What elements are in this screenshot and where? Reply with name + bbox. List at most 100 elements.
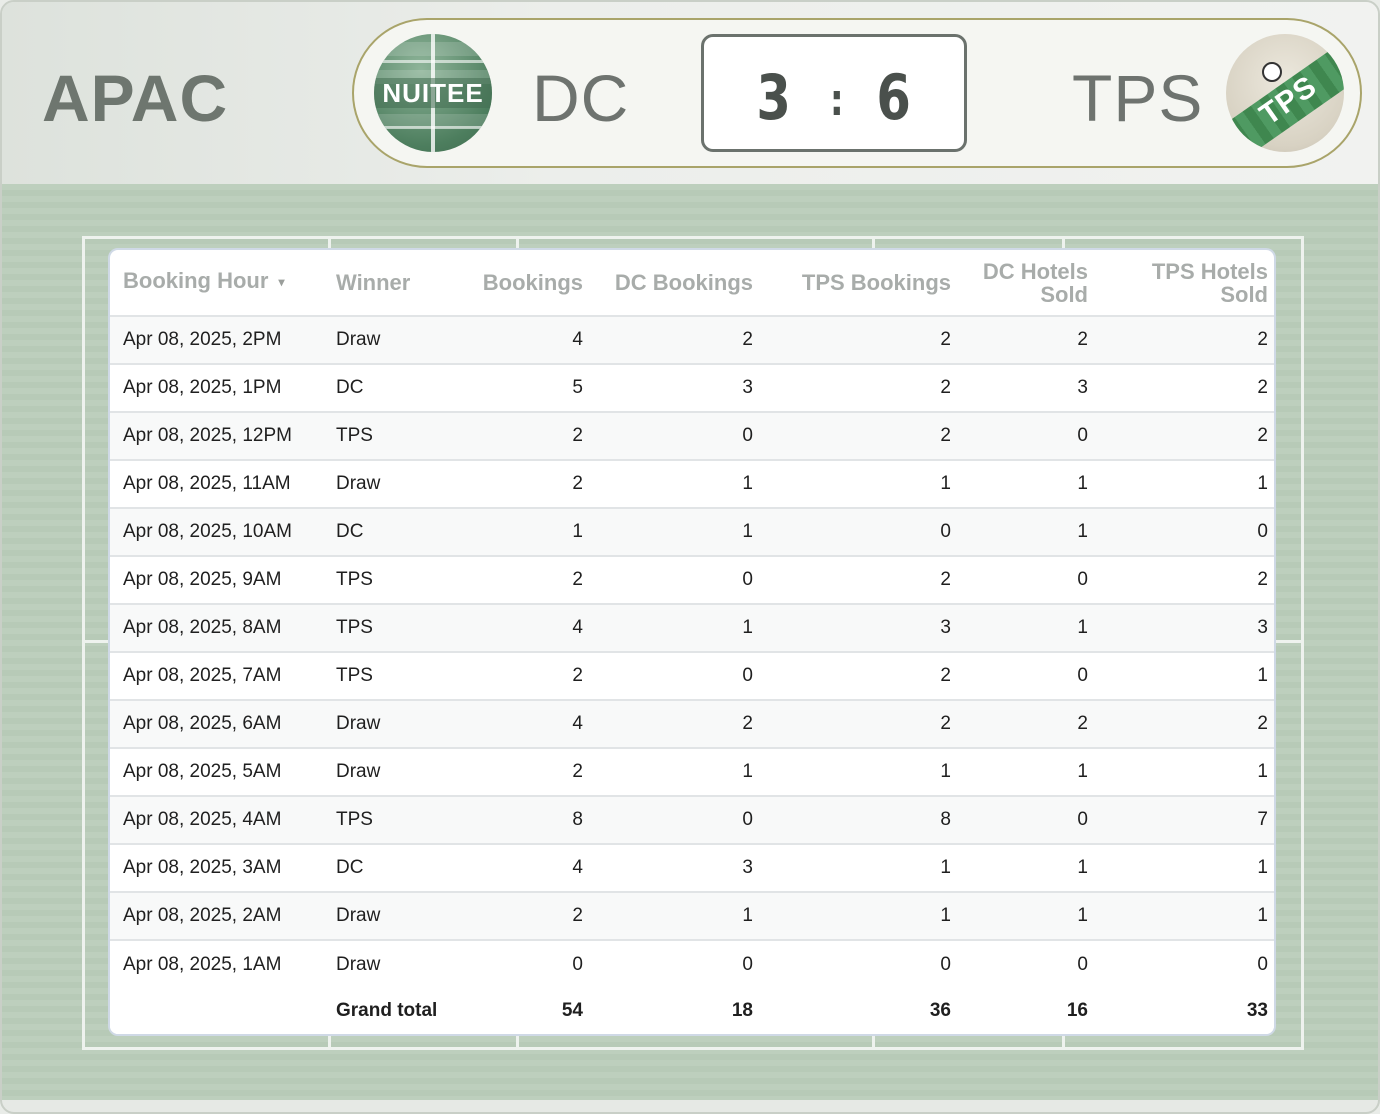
tps-hotels-sold-cell: 2 [1098,315,1274,364]
tps-bookings-cell: 2 [763,555,961,604]
bookings-cell: 2 [443,459,593,508]
tps-bookings-cell: 3 [763,603,961,652]
booking-hour-cell: Apr 08, 2025, 2AM [110,891,323,940]
column-header-winner[interactable]: Winner [323,250,443,316]
dc-hotels-sold-cell: 1 [961,507,1098,556]
tps-bookings-cell: 1 [763,459,961,508]
booking-hour-cell: Apr 08, 2025, 9AM [110,555,323,604]
tps-bookings-cell: 2 [763,315,961,364]
table-row[interactable]: Apr 08, 2025, 5AM Draw 2 1 1 1 1 [110,747,1274,796]
soccer-ball-icon [1262,62,1282,82]
column-header-tps-hotels-sold[interactable]: TPS Hotels Sold [1098,250,1274,316]
booking-hour-cell: Apr 08, 2025, 4AM [110,795,323,844]
table-row[interactable]: Apr 08, 2025, 9AM TPS 2 0 2 0 2 [110,555,1274,604]
tps-bookings-cell: 1 [763,891,961,940]
dc-hotels-sold-cell: 0 [961,651,1098,700]
winner-cell: Draw [323,747,443,796]
bookings-cell: 0 [443,939,593,988]
total-tps-bookings: 36 [763,988,961,1034]
winner-cell: Draw [323,459,443,508]
bookings-cell: 1 [443,507,593,556]
bookings-cell: 4 [443,315,593,364]
column-header-tps-bookings[interactable]: TPS Bookings [763,250,961,316]
tps-hotels-sold-cell: 2 [1098,363,1274,412]
tps-hotels-sold-cell: 2 [1098,411,1274,460]
scoreboard-header: APAC NUITEE DC 3 : 6 TPS TPS [2,2,1378,184]
tps-bookings-cell: 0 [763,939,961,988]
score-left: 3 [756,61,791,134]
booking-hour-cell: Apr 08, 2025, 6AM [110,699,323,748]
dashboard-frame: APAC NUITEE DC 3 : 6 TPS TPS Booking Hou… [0,0,1380,1114]
winner-cell: TPS [323,795,443,844]
column-header-dc-hotels-sold[interactable]: DC Hotels Sold [961,250,1098,316]
bookings-table: Booking Hour ▾ Winner Bookings DC Booking… [110,250,1274,1034]
bookings-cell: 4 [443,699,593,748]
bookings-cell: 4 [443,843,593,892]
bookings-cell: 2 [443,555,593,604]
team-right-name: TPS [1072,61,1204,135]
booking-hour-cell: Apr 08, 2025, 12PM [110,411,323,460]
booking-hour-cell: Apr 08, 2025, 10AM [110,507,323,556]
dc-hotels-sold-cell: 1 [961,747,1098,796]
bookings-cell: 4 [443,603,593,652]
winner-cell: TPS [323,555,443,604]
bookings-cell: 5 [443,363,593,412]
table-row[interactable]: Apr 08, 2025, 1AM Draw 0 0 0 0 0 [110,939,1274,988]
table-row[interactable]: Apr 08, 2025, 2AM Draw 2 1 1 1 1 [110,891,1274,940]
booking-hour-cell: Apr 08, 2025, 1PM [110,363,323,412]
table-row[interactable]: Apr 08, 2025, 4AM TPS 8 0 8 0 7 [110,795,1274,844]
dc-bookings-cell: 3 [593,363,763,412]
team-left-name: DC [532,61,630,135]
tps-bookings-cell: 2 [763,363,961,412]
table-row[interactable]: Apr 08, 2025, 3AM DC 4 3 1 1 1 [110,843,1274,892]
bookings-table-card: Booking Hour ▾ Winner Bookings DC Booking… [108,248,1276,1036]
table-row[interactable]: Apr 08, 2025, 7AM TPS 2 0 2 0 1 [110,651,1274,700]
total-bookings: 54 [443,988,593,1034]
table-row[interactable]: Apr 08, 2025, 12PM TPS 2 0 2 0 2 [110,411,1274,460]
tps-bookings-cell: 8 [763,795,961,844]
dc-bookings-cell: 1 [593,507,763,556]
dc-hotels-sold-cell: 0 [961,795,1098,844]
dc-bookings-cell: 0 [593,651,763,700]
halfway-line [82,640,110,643]
column-header-dc-bookings[interactable]: DC Bookings [593,250,763,316]
booking-hour-cell: Apr 08, 2025, 5AM [110,747,323,796]
table-row[interactable]: Apr 08, 2025, 1PM DC 5 3 2 3 2 [110,363,1274,412]
booking-hour-cell: Apr 08, 2025, 7AM [110,651,323,700]
tps-bookings-cell: 2 [763,651,961,700]
bookings-cell: 8 [443,795,593,844]
table-row[interactable]: Apr 08, 2025, 6AM Draw 4 2 2 2 2 [110,699,1274,748]
winner-cell: Draw [323,939,443,988]
column-header-bookings[interactable]: Bookings [443,250,593,316]
dc-bookings-cell: 2 [593,699,763,748]
bookings-cell: 2 [443,747,593,796]
dc-bookings-cell: 0 [593,795,763,844]
table-header-row: Booking Hour ▾ Winner Bookings DC Booking… [110,250,1274,316]
table-row[interactable]: Apr 08, 2025, 8AM TPS 4 1 3 1 3 [110,603,1274,652]
dc-hotels-sold-cell: 0 [961,411,1098,460]
column-header-booking-hour[interactable]: Booking Hour ▾ [110,250,323,316]
dc-hotels-sold-cell: 1 [961,459,1098,508]
dc-hotels-sold-cell: 1 [961,891,1098,940]
tps-bookings-cell: 2 [763,699,961,748]
tps-hotels-sold-cell: 1 [1098,747,1274,796]
table-row[interactable]: Apr 08, 2025, 11AM Draw 2 1 1 1 1 [110,459,1274,508]
winner-cell: DC [323,507,443,556]
tps-hotels-sold-cell: 2 [1098,555,1274,604]
table-row[interactable]: Apr 08, 2025, 2PM Draw 4 2 2 2 2 [110,315,1274,364]
dc-bookings-cell: 1 [593,891,763,940]
score-right: 6 [876,61,911,134]
booking-hour-cell: Apr 08, 2025, 1AM [110,939,323,988]
dc-bookings-cell: 1 [593,747,763,796]
dc-hotels-sold-cell: 1 [961,603,1098,652]
winner-cell: TPS [323,411,443,460]
dc-bookings-cell: 1 [593,459,763,508]
sort-desc-icon[interactable]: ▾ [278,275,284,289]
dc-logo-text: NUITEE [374,78,492,108]
winner-cell: DC [323,363,443,412]
winner-cell: DC [323,843,443,892]
dc-bookings-cell: 2 [593,315,763,364]
table-row[interactable]: Apr 08, 2025, 10AM DC 1 1 0 1 0 [110,507,1274,556]
total-dc-bookings: 18 [593,988,763,1034]
dc-hotels-sold-cell: 0 [961,939,1098,988]
